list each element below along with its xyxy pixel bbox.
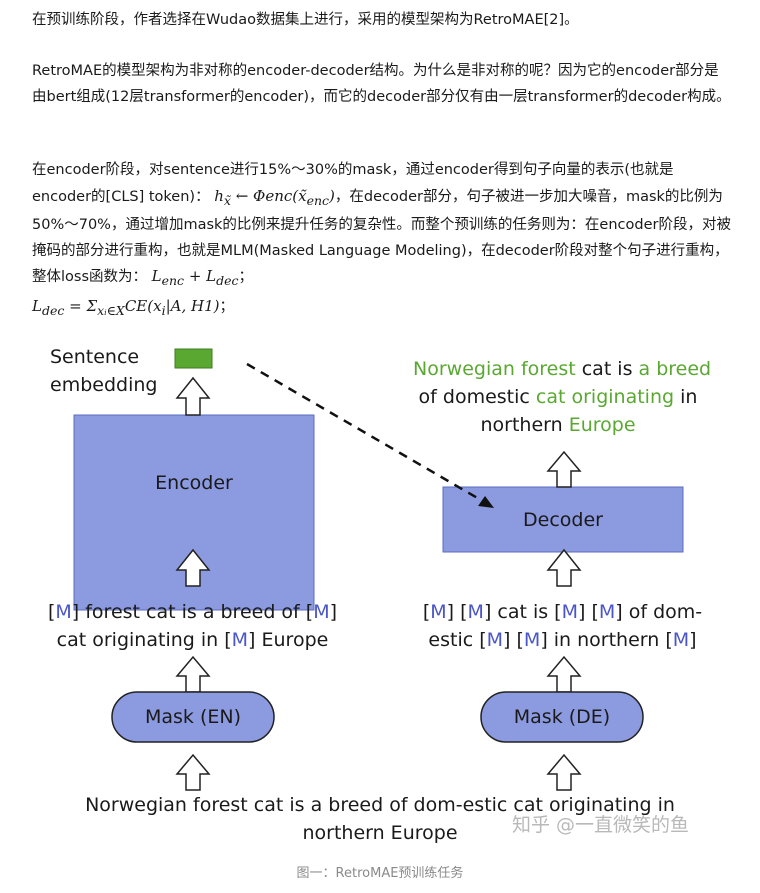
mask-de-label: Mask (DE) — [513, 706, 611, 728]
up-arrow-icon — [175, 753, 211, 791]
sentence-embedding-label-line2: embedding — [50, 374, 158, 396]
up-arrow-icon — [175, 655, 211, 693]
decoder-input-line2: estic [M] [M] in northern [M] — [428, 629, 697, 651]
up-arrow-icon — [175, 376, 211, 416]
paragraph-pretraining: 在encoder阶段，对sentence进行15%～30%的mask，通过enc… — [32, 158, 732, 323]
formula-decoder-loss: Ldec = Σxᵢ∈XCE(xi|A, H1) — [32, 296, 220, 318]
paragraph-intro: 在预训练阶段，作者选择在Wudao数据集上进行，采用的模型架构为RetroMAE… — [32, 8, 732, 34]
encoder-input-line1: [M] forest cat is a breed of [M] — [47, 601, 338, 623]
sentence-embedding-vector — [174, 348, 213, 369]
decoder-output-line1: Norwegian forest cat is a breed — [413, 358, 712, 380]
decoder-output-line2: of domestic cat originating in — [418, 386, 698, 408]
up-arrow-icon — [546, 548, 582, 587]
formula-sentence-embedding: hx̃ ← Φenc(x̃enc) — [214, 186, 335, 208]
decoder-input-line1: [M] [M] cat is [M] [M] of dom- — [422, 601, 703, 623]
figure-caption: 图一：RetroMAE预训练任务 — [296, 866, 464, 881]
paragraph-intro-text: 在预训练阶段，作者选择在Wudao数据集上进行，采用的模型架构为RetroMAE… — [32, 12, 579, 28]
retromae-figure: Sentence embedding Encoder Decoder Norwe… — [0, 330, 760, 860]
sentence-embedding-label-line1: Sentence — [50, 346, 140, 368]
up-arrow-icon — [546, 450, 582, 488]
up-arrow-icon — [546, 753, 582, 791]
decoder-output-line3: northern Europe — [480, 414, 636, 436]
paragraph-architecture-text: RetroMAE的模型架构为非对称的encoder-decoder结构。为什么是… — [32, 63, 731, 105]
decoder-label: Decoder — [523, 509, 603, 531]
mask-en-label: Mask (EN) — [144, 706, 242, 728]
zhihu-watermark: 知乎 @一直微笑的鱼 — [512, 814, 690, 836]
formula-total-loss: Lenc + Ldec — [151, 267, 239, 288]
paragraph-pretraining-text-c: ； — [238, 269, 254, 285]
paragraph-pretraining-text-d: ； — [219, 298, 234, 315]
encoder-input-line2: cat originating in [M] Europe — [56, 629, 329, 651]
encoder-label: Encoder — [155, 472, 233, 494]
paragraph-architecture: RetroMAE的模型架构为非对称的encoder-decoder结构。为什么是… — [32, 59, 732, 110]
up-arrow-icon — [546, 655, 582, 693]
